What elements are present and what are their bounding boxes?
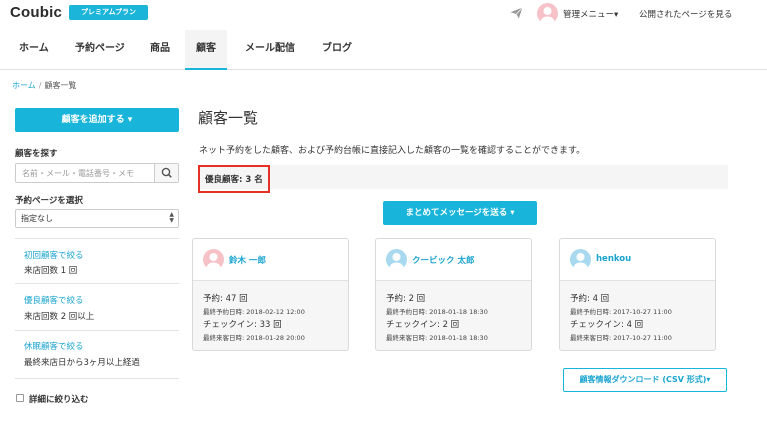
tab-customers[interactable]: 顧客: [185, 30, 227, 70]
person-silhouette-icon: [206, 253, 221, 270]
magnifier-icon: [161, 167, 172, 178]
sidebar-divider: [15, 283, 179, 284]
customer-card[interactable]: クービック 太郎 予約: 2 回 最終予約日時: 2018-01-18 18:3…: [375, 238, 532, 351]
breadcrumb-home[interactable]: ホーム: [12, 81, 36, 90]
tab-reservation-page[interactable]: 予約ページ: [64, 30, 136, 70]
last-visit: 最終来客日時: 2018-01-28 20:00: [203, 334, 305, 342]
customer-name-link[interactable]: クービック 太郎: [412, 254, 474, 266]
last-reservation: 最終予約日時: 2018-01-18 18:30: [386, 308, 488, 316]
user-avatar[interactable]: [537, 3, 558, 24]
filter-good-link[interactable]: 優良顧客で絞る: [24, 294, 84, 306]
view-public-page-link[interactable]: 公開されたページを見る: [639, 8, 732, 20]
page-description: ネット予約をした顧客、および予約台帳に直接記入した顧客の一覧を確認することができ…: [199, 146, 586, 156]
detail-filter-label[interactable]: 詳細に絞り込む: [29, 393, 89, 405]
paper-plane-icon[interactable]: [510, 7, 523, 19]
customer-name-link[interactable]: henkou: [596, 254, 631, 264]
sidebar-divider: [15, 330, 179, 331]
person-silhouette-icon: [540, 7, 555, 24]
search-input[interactable]: [16, 164, 156, 182]
reservation-count: 予約: 2 回: [386, 294, 426, 304]
last-visit: 最終来客日時: 2018-01-18 18:30: [386, 334, 488, 342]
person-silhouette-icon: [389, 253, 404, 270]
tab-products[interactable]: 商品: [139, 30, 181, 70]
filter-good-desc: 来店回数 2 回以上: [24, 312, 95, 322]
admin-menu[interactable]: 管理メニュー▾: [563, 8, 618, 20]
checkin-count: チェックイン: 33 回: [203, 320, 282, 330]
customer-card[interactable]: 鈴木 一郎 予約: 47 回 最終予約日時: 2018-02-12 12:00 …: [192, 238, 349, 351]
person-silhouette-icon: [573, 253, 588, 270]
sidebar-divider: [15, 238, 179, 239]
app-logo[interactable]: Coubic: [10, 4, 62, 21]
filter-dormant-link[interactable]: 休眠顧客で絞る: [24, 340, 84, 352]
filter-dormant-desc: 最終来店日から3ヶ月以上経過: [24, 358, 140, 368]
customer-avatar: [203, 249, 224, 270]
good-customers-bar: [198, 165, 728, 189]
customer-card[interactable]: henkou 予約: 4 回 最終予約日時: 2017-10-27 11:00 …: [559, 238, 716, 351]
page-select[interactable]: 指定なし ▲ ▼: [15, 209, 179, 228]
bulk-message-button[interactable]: まとめてメッセージを送る ▾: [383, 201, 537, 225]
customer-avatar: [386, 249, 407, 270]
up-down-arrows-icon: ▲ ▼: [169, 211, 174, 224]
tab-blog[interactable]: ブログ: [311, 30, 363, 70]
filter-first-time-link[interactable]: 初回顧客で絞る: [24, 249, 84, 261]
reservation-count: 予約: 4 回: [570, 294, 610, 304]
breadcrumb-separator: /: [38, 81, 42, 90]
filter-first-time-desc: 来店回数 1 回: [24, 266, 78, 276]
search-button[interactable]: [154, 164, 178, 182]
page-title: 顧客一覧: [198, 109, 259, 127]
sidebar-divider: [15, 378, 179, 379]
search-box: [15, 163, 179, 183]
search-label: 顧客を探す: [15, 149, 58, 159]
checkin-count: チェックイン: 4 回: [570, 320, 644, 330]
customer-card-header: henkou: [560, 239, 715, 281]
page-select-value: 指定なし: [21, 214, 53, 223]
main-nav: ホーム 予約ページ 商品 顧客 メール配信 ブログ: [0, 30, 767, 70]
add-customer-button[interactable]: 顧客を追加する ▾: [15, 108, 179, 132]
tab-home[interactable]: ホーム: [8, 30, 60, 70]
tab-mail[interactable]: メール配信: [234, 30, 306, 70]
last-visit: 最終来客日時: 2017-10-27 11:00: [570, 334, 672, 342]
customer-name-link[interactable]: 鈴木 一郎: [229, 254, 266, 266]
csv-download-button[interactable]: 顧客情報ダウンロード (CSV 形式)▾: [563, 368, 727, 392]
plan-badge[interactable]: プレミアムプラン: [69, 5, 148, 20]
customer-card-header: クービック 太郎: [376, 239, 531, 281]
breadcrumb: ホーム / 顧客一覧: [12, 80, 76, 91]
detail-filter-checkbox[interactable]: [16, 394, 24, 402]
last-reservation: 最終予約日時: 2017-10-27 11:00: [570, 308, 672, 316]
good-customers-count: 優良顧客: 3 名: [205, 175, 263, 185]
last-reservation: 最終予約日時: 2018-02-12 12:00: [203, 308, 305, 316]
reservation-count: 予約: 47 回: [203, 294, 248, 304]
checkin-count: チェックイン: 2 回: [386, 320, 460, 330]
page-select-label: 予約ページを選択: [15, 196, 83, 206]
breadcrumb-current: 顧客一覧: [44, 81, 77, 90]
top-bar: Coubic プレミアムプラン 管理メニュー▾ 公開されたページを見る: [0, 0, 767, 26]
customer-card-header: 鈴木 一郎: [193, 239, 348, 281]
customer-avatar: [570, 249, 591, 270]
